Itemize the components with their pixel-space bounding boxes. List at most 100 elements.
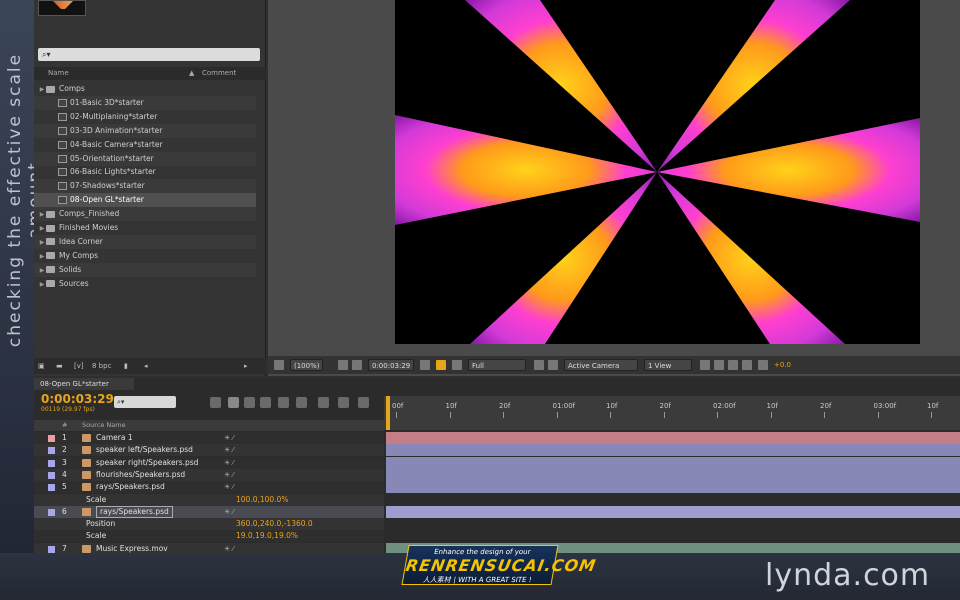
motion-blur-icon[interactable] (296, 397, 307, 408)
show-snapshot-icon[interactable] (436, 360, 446, 370)
layer-switches[interactable]: ☀ ⁄ (224, 506, 234, 518)
layer-switches[interactable]: ☀ ⁄ (224, 481, 234, 493)
draft-3d-icon[interactable] (244, 397, 255, 408)
project-folder[interactable]: ▶ Finished Movies (34, 221, 256, 235)
layer-duration-bar[interactable] (386, 456, 960, 469)
exposure-icon[interactable] (758, 360, 768, 370)
layer-name[interactable]: rays/Speakers.psd (96, 481, 165, 493)
grid-icon[interactable] (338, 360, 348, 370)
scroll-right-icon[interactable]: ▸ (244, 358, 248, 374)
layer-row[interactable]: 2 speaker left/Speakers.psd ☀ ⁄ (34, 444, 384, 457)
disclosure-icon[interactable]: ▶ (38, 236, 46, 250)
frame-blend-icon[interactable] (278, 397, 289, 408)
comp-mini-flowchart-icon[interactable] (210, 397, 221, 408)
resolution-select[interactable]: Full (468, 359, 526, 371)
disclosure-icon[interactable]: ▶ (38, 208, 46, 222)
camera-view-select[interactable]: Active Camera (564, 359, 638, 371)
layer-property[interactable]: Scale 19.0,19.0,19.0% (34, 530, 384, 543)
mask-icon[interactable] (352, 360, 362, 370)
project-folder[interactable]: ▶ Solids (34, 262, 256, 278)
label-color-swatch[interactable] (48, 447, 55, 455)
layer-duration-bar[interactable] (386, 432, 960, 444)
layer-row[interactable]: 5 rays/Speakers.psd ☀ ⁄ (34, 481, 384, 494)
label-color-swatch[interactable] (48, 484, 55, 492)
playhead[interactable] (386, 396, 390, 430)
label-color-swatch[interactable] (48, 459, 55, 467)
layer-name[interactable]: flourishes/Speakers.psd (96, 469, 185, 481)
new-folder-icon[interactable]: ▬ (56, 358, 63, 374)
layer-row[interactable]: 6 rays/Speakers.psd ☀ ⁄ (34, 505, 384, 518)
layer-duration-bar[interactable] (386, 505, 960, 518)
project-folder[interactable]: ▶ My Comps (34, 249, 256, 263)
label-color-swatch[interactable] (48, 508, 55, 516)
timeline-timecode[interactable]: 0:00:03:29 (41, 392, 114, 406)
sort-arrow-icon[interactable]: ▲ (189, 67, 194, 80)
layer-property[interactable]: Scale 100.0,100.0% (34, 493, 384, 506)
new-comp-icon[interactable]: [v] (74, 358, 84, 374)
project-comp[interactable]: 04-Basic Camera*starter (34, 138, 256, 152)
project-comp[interactable]: 08-Open GL*starter (34, 193, 256, 208)
pixel-aspect-icon[interactable] (700, 360, 710, 370)
layer-row[interactable]: 4 flourishes/Speakers.psd ☀ ⁄ (34, 468, 384, 481)
always-preview-icon[interactable] (274, 360, 284, 370)
graph-editor-icon[interactable] (358, 397, 369, 408)
live-update-icon[interactable] (228, 397, 239, 408)
channel-icon[interactable] (452, 360, 462, 370)
layer-switches[interactable]: ☀ ⁄ (224, 469, 234, 481)
layer-switches[interactable]: ☀ ⁄ (224, 444, 234, 456)
transparency-grid-icon[interactable] (548, 360, 558, 370)
project-folder[interactable]: ▶ Sources (34, 277, 256, 291)
column-name[interactable]: Name (48, 67, 69, 80)
project-folder[interactable]: ▶ Comps (34, 82, 256, 96)
layer-name[interactable]: Camera 1 (96, 432, 133, 444)
property-value[interactable]: 360.0,240.0,-1360.0 (236, 518, 313, 530)
layer-duration-bar[interactable] (386, 444, 960, 457)
auto-keyframe-icon[interactable] (338, 397, 349, 408)
project-folder[interactable]: ▶ Idea Corner (34, 234, 256, 250)
project-comp[interactable]: 07-Shadows*starter (34, 179, 256, 194)
brainstorm-icon[interactable] (318, 397, 329, 408)
layer-switches[interactable]: ☀ ⁄ (224, 432, 234, 444)
column-comment[interactable]: Comment (202, 67, 236, 80)
property-value[interactable]: 100.0,100.0% (236, 494, 288, 506)
property-value[interactable]: 19.0,19.0,19.0% (236, 530, 298, 542)
timeline-search-input[interactable]: ⌕▾ (114, 396, 176, 408)
layer-name[interactable]: speaker right/Speakers.psd (96, 457, 198, 469)
shy-icon[interactable] (260, 397, 271, 408)
project-comp[interactable]: 01-Basic 3D*starter (34, 95, 256, 110)
column-source-name[interactable]: Source Name (82, 420, 126, 431)
region-icon[interactable] (534, 360, 544, 370)
layer-duration-bar[interactable] (386, 481, 960, 494)
project-comp[interactable]: 06-Basic Lights*starter (34, 165, 256, 179)
disclosure-icon[interactable]: ▶ (38, 250, 46, 264)
composition-canvas[interactable] (395, 0, 920, 344)
flowchart-icon[interactable] (742, 360, 752, 370)
view-layout-select[interactable]: 1 View (644, 359, 692, 371)
disclosure-icon[interactable]: ▶ (38, 222, 46, 236)
project-search-input[interactable]: ⌕▾ (38, 48, 260, 61)
layer-property[interactable]: Position 360.0,240.0,-1360.0 (34, 518, 384, 531)
bit-depth[interactable]: 8 bpc (92, 358, 111, 374)
timeline-icon[interactable] (728, 360, 738, 370)
label-color-swatch[interactable] (48, 435, 55, 442)
layer-switches[interactable]: ☀ ⁄ (224, 457, 234, 469)
project-comp[interactable]: 03-3D Animation*starter (34, 123, 256, 138)
snapshot-icon[interactable] (420, 360, 430, 370)
layer-name[interactable]: rays/Speakers.psd (96, 505, 173, 518)
disclosure-icon[interactable]: ▶ (38, 83, 46, 97)
layer-row[interactable]: 3 speaker right/Speakers.psd ☀ ⁄ (34, 456, 384, 469)
tab-timeline[interactable]: 08-Open GL*starter (34, 378, 134, 390)
layer-duration-bar[interactable] (386, 468, 960, 481)
label-color-swatch[interactable] (48, 545, 55, 553)
project-comp[interactable]: 05-Orientation*starter (34, 151, 256, 166)
viewer-timecode[interactable]: 0:00:03:29 (368, 359, 415, 371)
project-folder[interactable]: ▶ Comps_Finished (34, 207, 256, 222)
interpret-footage-icon[interactable]: ▣ (38, 358, 45, 374)
layer-row[interactable]: 1 Camera 1 ☀ ⁄ (34, 432, 384, 444)
label-color-swatch[interactable] (48, 471, 55, 479)
trash-icon[interactable]: ▮ (124, 358, 128, 374)
project-comp[interactable]: 02-Multiplaning*starter (34, 110, 256, 124)
exposure-value[interactable]: +0.0 (774, 356, 791, 374)
disclosure-icon[interactable]: ▶ (38, 264, 46, 278)
fast-preview-icon[interactable] (714, 360, 724, 370)
